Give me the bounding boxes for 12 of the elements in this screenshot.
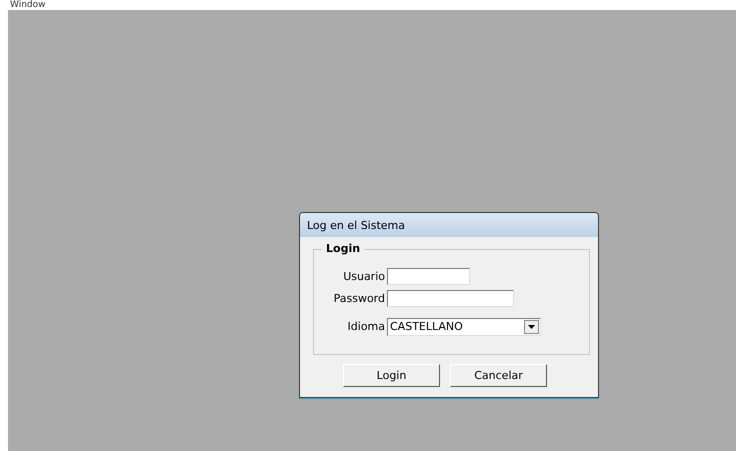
input-field[interactable] <box>387 268 470 285</box>
language-dropdown[interactable]: CASTELLANO <box>387 318 541 336</box>
dialog-title: Log en el Sistema <box>307 218 406 232</box>
field-label: Idioma <box>346 320 385 333</box>
dropdown-value: CASTELLANO <box>389 320 463 333</box>
group-title: Login <box>322 242 364 255</box>
dialog-button[interactable]: Login <box>343 364 440 387</box>
input-field[interactable] <box>387 290 514 307</box>
field-label: Password <box>332 292 385 305</box>
dialog-button[interactable]: Cancelar <box>450 364 547 387</box>
menu-item[interactable]: Window <box>10 0 46 10</box>
field-label: Usuario <box>342 270 385 283</box>
